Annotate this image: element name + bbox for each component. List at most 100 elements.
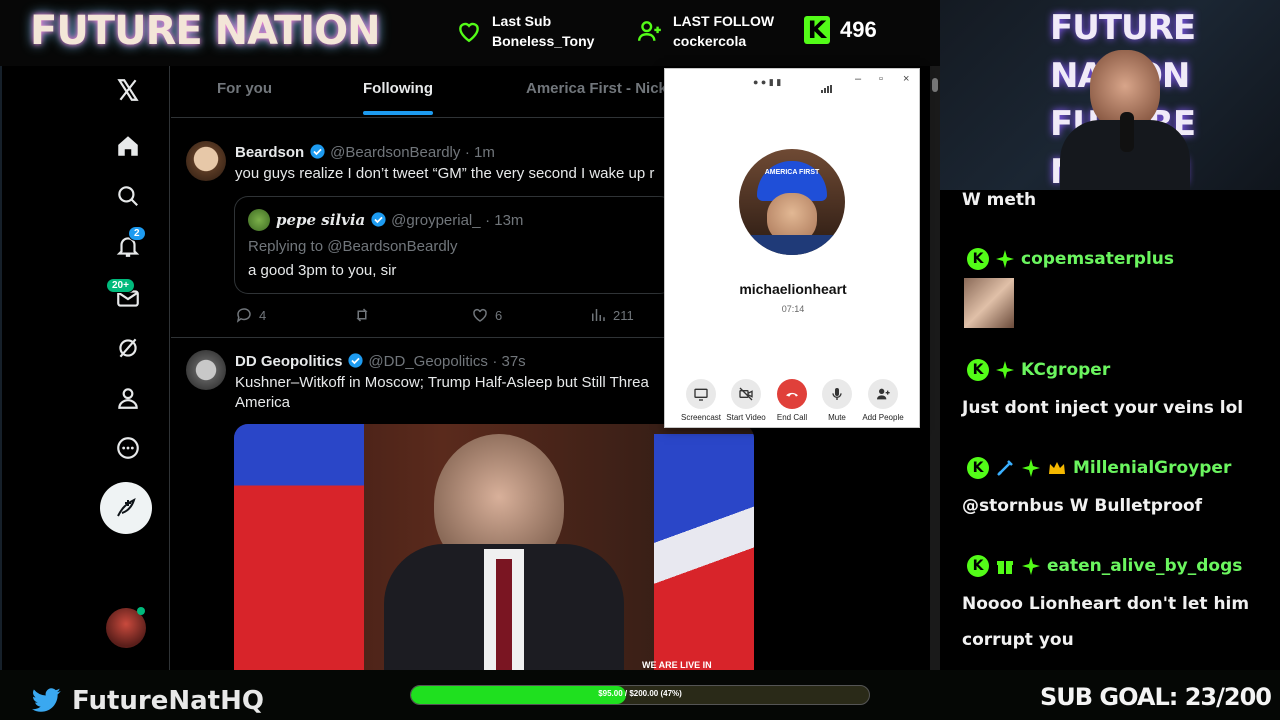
last-follow-widget: LAST FOLLOW cockercola [637,11,774,51]
video-off-icon [739,387,753,401]
gift-badge-icon [997,561,1013,574]
x-left-nav: 2 20+ [0,66,170,670]
twitter-handle-banner: FutureNatHQ [32,686,264,716]
home-icon[interactable] [112,130,144,162]
donation-progress-text: $95.00 / $200.00 (47%) [598,689,682,698]
quote-header: pepe silvia @groyperial_ · 13m [276,211,523,230]
like-button[interactable]: 6 [471,306,502,324]
end-call-label: End Call [776,413,808,422]
notifications-icon[interactable]: 2 [112,226,146,262]
sparkle-badge-icon [996,250,1014,268]
donation-progress-bar: $95.00 / $200.00 (47%) [410,685,870,705]
kick-badge-icon: K [967,248,989,270]
messages-icon[interactable]: 20+ [106,278,144,314]
maximize-icon[interactable]: ▫ [879,73,883,85]
verified-badge-icon [371,212,386,227]
kick-count-value: 496 [840,17,877,42]
verified-badge-icon [310,144,325,159]
views-button[interactable]: 211 [589,306,634,324]
kick-badge-icon: K [967,359,989,381]
quote-replying-to: Replying to @BeardsonBeardly [248,238,458,255]
tweet-author-avatar[interactable] [186,141,226,181]
quote-time: · 13m [485,212,524,229]
add-user-icon [637,21,661,41]
tweet-time: · 37s [492,353,526,370]
status-emoji-icons: ● ● ▮ ▮ [753,77,782,87]
reply-button[interactable]: 4 [235,306,266,324]
more-icon[interactable] [112,432,144,464]
minimize-icon[interactable]: – [855,73,861,85]
tweet-time: · 1m [464,144,495,161]
add-people-label: Add People [862,413,904,422]
messages-badge: 20+ [106,278,135,293]
last-sub-value: Boneless_Tony [492,33,595,49]
tweet-author-handle[interactable]: @BeardsonBeardly [330,144,460,161]
chat-username[interactable]: K copemsaterplus [967,248,1174,270]
tweet-author-name[interactable]: DD Geopolitics [235,353,343,370]
tweet-header: DD Geopolitics @DD_Geopolitics · 37s [235,352,526,371]
views-count: 211 [613,307,634,323]
kick-badge-icon: K [967,555,989,577]
x-logo-icon[interactable] [112,74,144,106]
profile-icon[interactable] [112,382,144,414]
scrollbar-thumb[interactable] [932,78,938,92]
active-tab-indicator [363,111,433,115]
tweet-author-avatar[interactable] [186,350,226,390]
start-video-button[interactable]: Start Video [723,379,769,422]
end-call-button[interactable]: End Call [769,379,815,422]
last-follow-label: LAST FOLLOW [673,13,775,29]
last-sub-widget: Last Sub Boneless_Tony [456,11,594,51]
sword-badge-icon [997,460,1013,476]
retweet-button[interactable] [353,306,371,324]
avatar-cap-text: AMERICA FIRST [764,169,820,176]
hang-up-icon [786,392,798,397]
chat-message: corrupt you [962,630,1074,650]
sub-goal-text: SUB GOAL: 23/200 [1040,683,1272,711]
microphone-icon [832,388,842,400]
tweet-text-continued: America [235,394,291,411]
chat-username[interactable]: K eaten_alive_by_dogs [967,555,1242,577]
signal-icon [821,80,833,98]
sparkle-badge-icon [1022,459,1040,477]
screencast-icon [694,388,708,401]
compose-button[interactable] [100,482,152,534]
reply-icon [236,308,251,323]
tweet-author-name[interactable]: Beardson [235,144,304,161]
grok-icon[interactable] [112,332,144,364]
future-nation-logo: FUTURE NATION [30,8,381,54]
chat-username[interactable]: K KCgroper [967,359,1110,381]
twitter-bird-icon [32,688,61,712]
mute-button[interactable]: Mute [814,379,860,422]
quote-author-avatar [248,209,270,231]
avatar-jacket [749,235,835,255]
close-icon[interactable]: × [903,73,909,85]
like-count: 6 [495,307,503,323]
last-sub-label: Last Sub [492,13,552,29]
kick-badge-icon: K [967,457,989,479]
tab-america-first[interactable]: America First - Nick [526,80,667,97]
chat-emote-image [964,278,1014,328]
tab-for-you[interactable]: For you [217,80,272,97]
stream-chat: W meth K copemsaterplus K KCgroper Just … [942,190,1280,670]
call-duration: 07:14 [781,304,805,314]
views-icon [592,309,605,321]
tab-following[interactable]: Following [363,80,433,97]
screencast-button[interactable]: Screencast [678,379,724,422]
sparkle-badge-icon [1022,557,1040,575]
tweet-video[interactable]: WE ARE LIVE IN [234,424,754,670]
microphone [1120,112,1134,152]
search-icon[interactable] [112,180,144,212]
flag-left [234,424,364,670]
speaker-tie [496,559,512,670]
add-people-button[interactable]: Add People [860,379,906,422]
contact-avatar: AMERICA FIRST [739,149,845,255]
tweet-author-handle[interactable]: @DD_Geopolitics [368,353,487,370]
chat-username[interactable]: K MillenialGroyper [967,457,1231,479]
scrollbar[interactable] [930,66,940,670]
quote-text: a good 3pm to you, sir [248,262,397,279]
compose-icon [117,498,136,517]
webcam-feed: FUTURE NATION FUTURE NATION FUTURE NATIO… [940,0,1280,190]
chat-message: Just dont inject your veins lol [962,398,1244,418]
start-video-label: Start Video [726,413,766,422]
tweet-text: you guys realize I don’t tweet “GM” the … [235,165,655,182]
